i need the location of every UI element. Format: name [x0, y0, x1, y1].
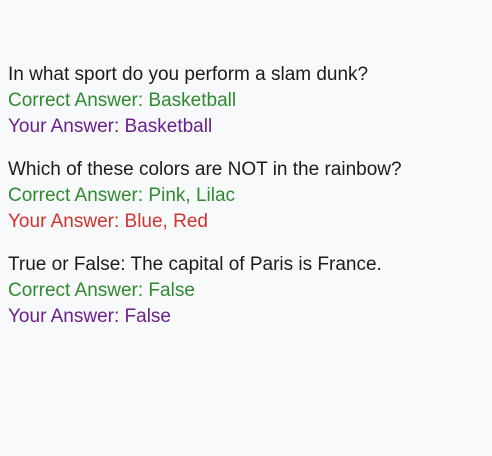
your-answer-text: Your Answer: Basketball [8, 116, 213, 137]
your-answer-text: Your Answer: False [8, 306, 171, 327]
question-text: True or False: The capital of Paris is F… [8, 254, 382, 275]
question-text: In what sport do you perform a slam dunk… [8, 64, 369, 85]
question-result-block: In what sport do you perform a slam dunk… [8, 62, 484, 140]
question-result-block: Which of these colors are NOT in the rai… [8, 157, 484, 235]
your-answer-text: Your Answer: Blue, Red [8, 211, 208, 232]
quiz-results: In what sport do you perform a slam dunk… [8, 62, 484, 347]
question-result-block: True or False: The capital of Paris is F… [8, 252, 484, 330]
correct-answer-text: Correct Answer: Pink, Lilac [8, 185, 236, 206]
question-text: Which of these colors are NOT in the rai… [8, 159, 402, 180]
correct-answer-text: Correct Answer: Basketball [8, 90, 237, 111]
correct-answer-text: Correct Answer: False [8, 280, 195, 301]
